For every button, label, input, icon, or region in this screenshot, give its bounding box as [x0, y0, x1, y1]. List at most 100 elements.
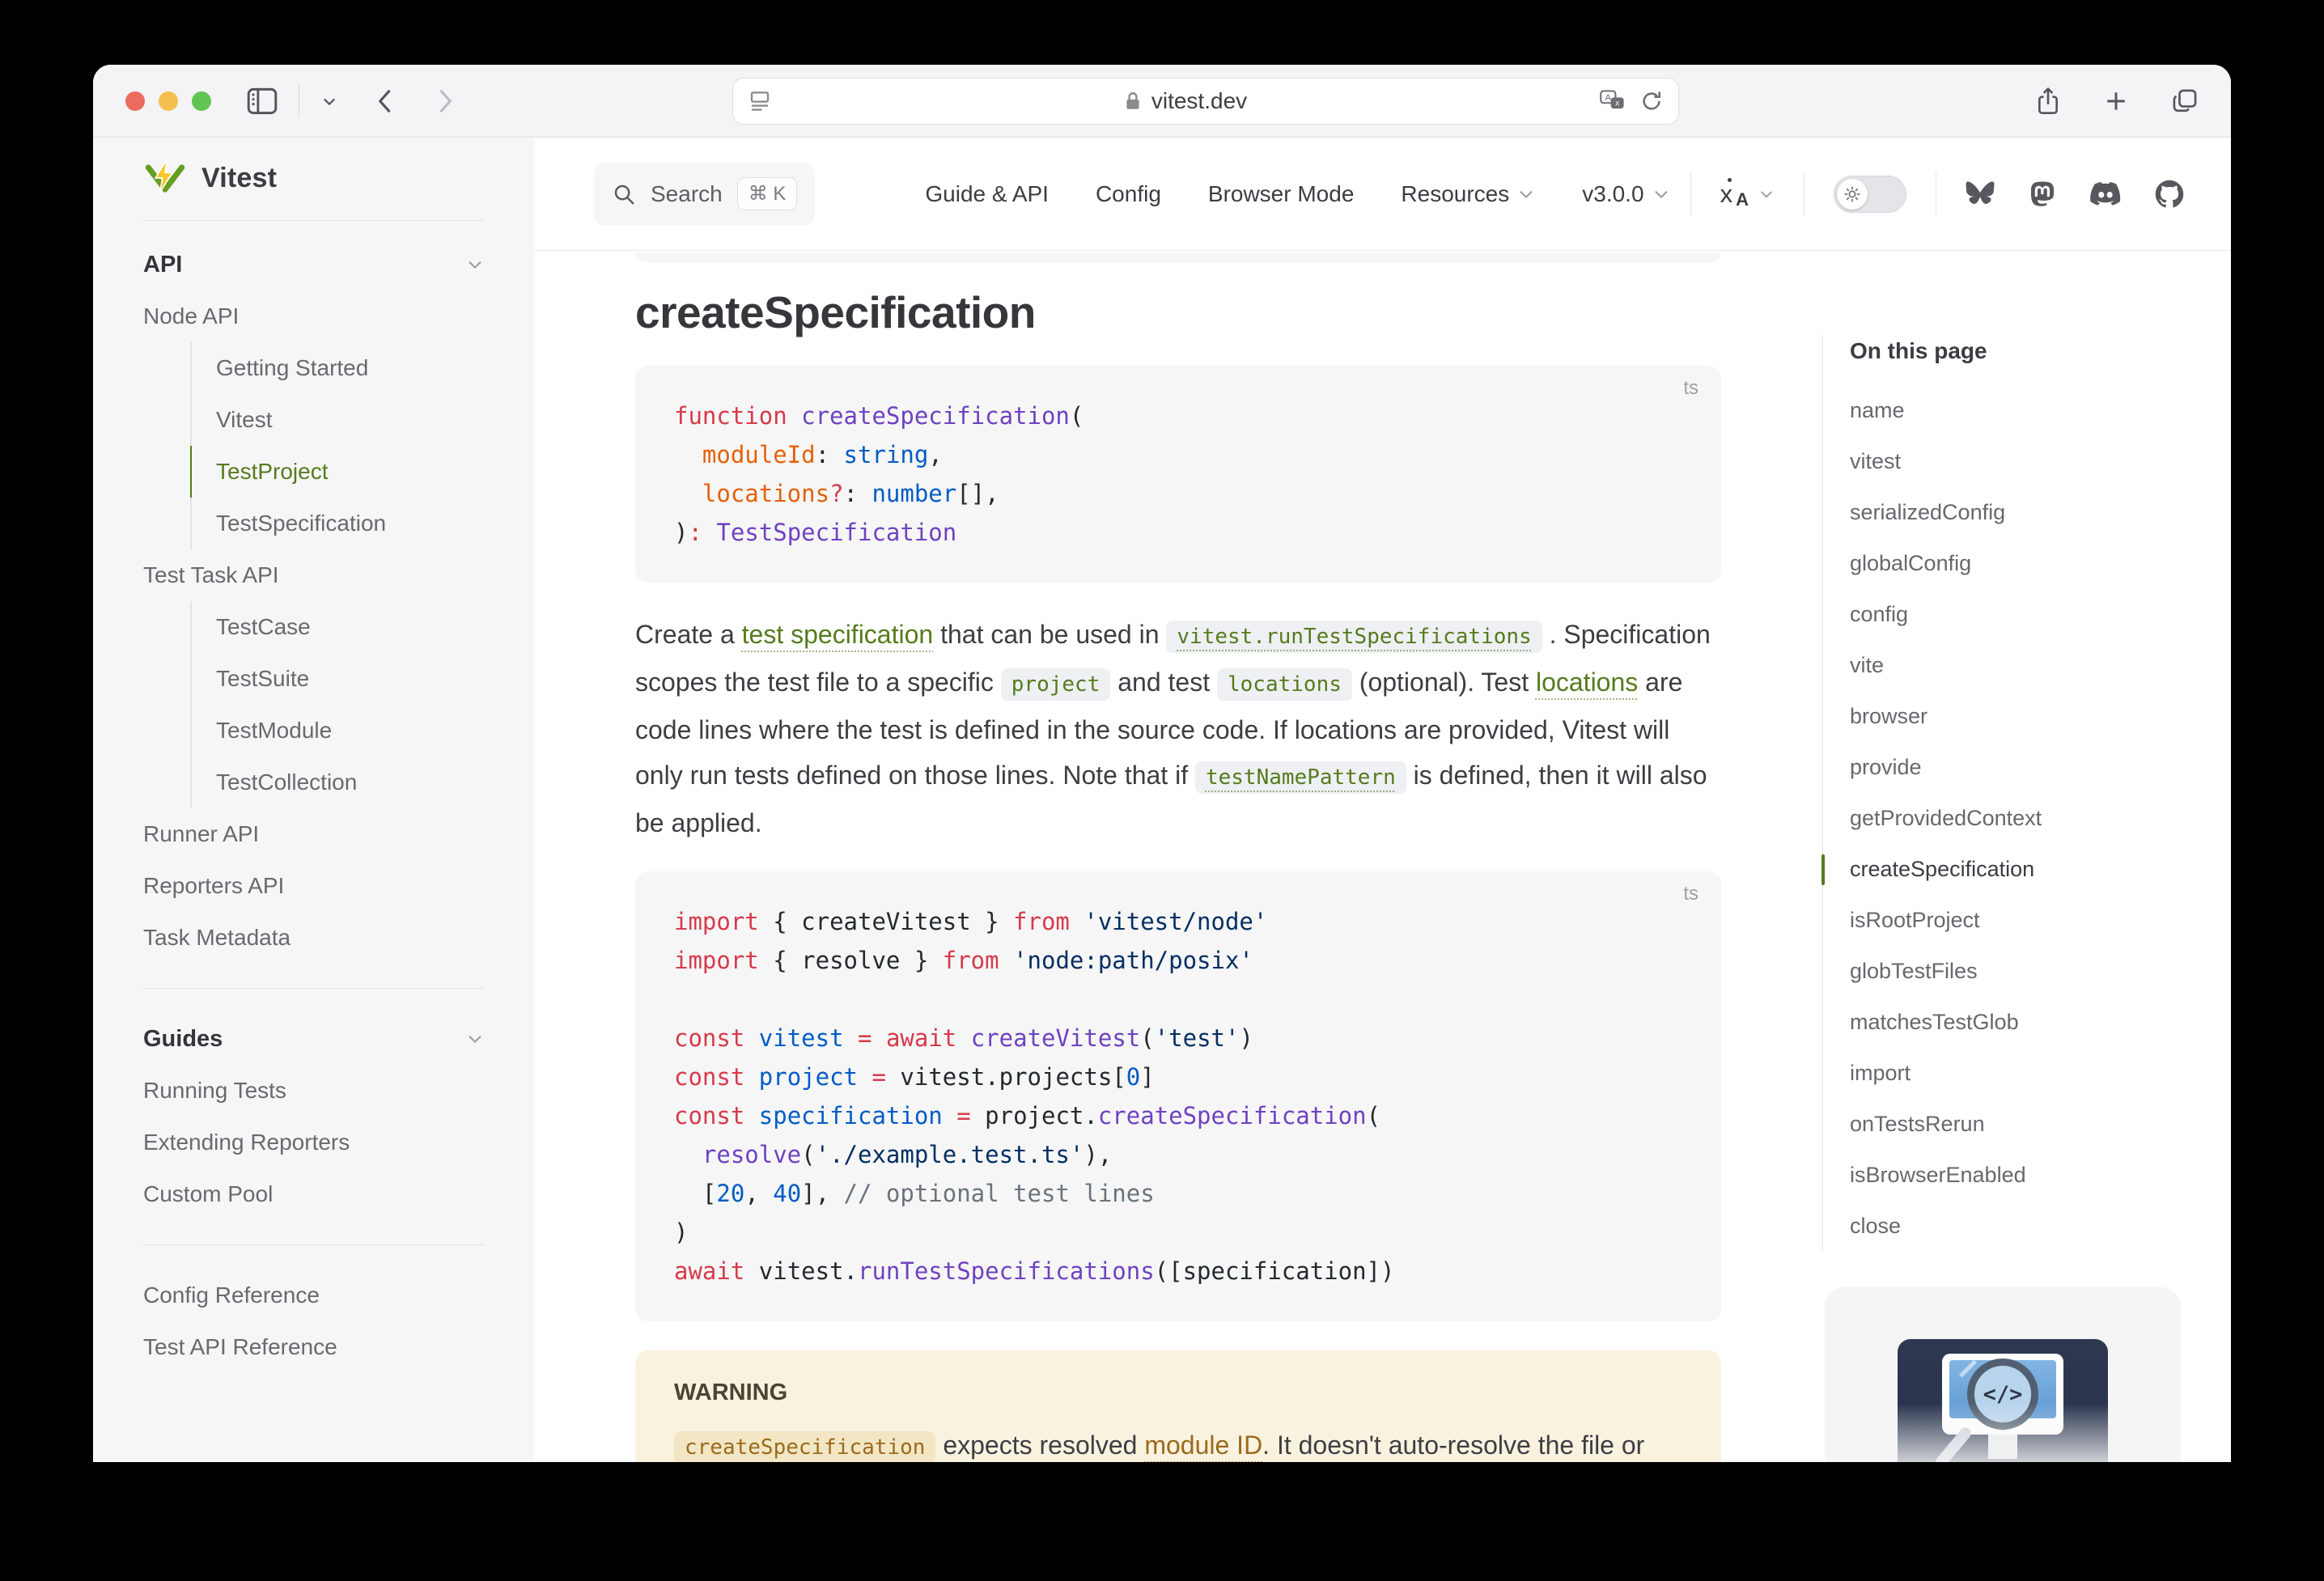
outline-item-isrootproject[interactable]: isRootProject: [1850, 895, 2231, 946]
previous-codeblock-remnant: [635, 252, 1721, 262]
nav-link-guide-api[interactable]: Guide & API: [925, 181, 1049, 207]
outline-item-name[interactable]: name: [1850, 385, 2231, 436]
sidebar-divider: [143, 988, 484, 989]
sidebar-item-reporters-api[interactable]: Reporters API: [143, 860, 484, 912]
sidebar-item-testproject[interactable]: TestProject: [190, 446, 484, 498]
outline-item-ontestsrerun[interactable]: onTestsRerun: [1850, 1099, 2231, 1150]
doc-link[interactable]: locations: [1536, 668, 1638, 697]
sidebar-item-task-metadata[interactable]: Task Metadata: [143, 912, 484, 964]
sidebar-item-testcollection[interactable]: TestCollection: [190, 757, 484, 808]
sidebar-item-vitest[interactable]: Vitest: [190, 394, 484, 446]
text-run: that can be used in: [933, 620, 1166, 649]
sidebar-item-testcase[interactable]: TestCase: [190, 601, 484, 653]
forward-button[interactable]: [432, 87, 456, 115]
doc-link[interactable]: module ID: [1144, 1431, 1262, 1460]
bluesky-link[interactable]: [1966, 181, 1995, 207]
inline-code-link[interactable]: testNamePattern: [1195, 761, 1406, 794]
code-lang-badge: ts: [1683, 377, 1698, 400]
sidebar-item-custom-pool[interactable]: Custom Pool: [143, 1168, 484, 1220]
outline-item-createspecification[interactable]: createSpecification: [1850, 844, 2231, 895]
language-menu-button[interactable]: xA: [1720, 180, 1775, 209]
sidebar-item-extending-reporters[interactable]: Extending Reporters: [143, 1117, 484, 1168]
nav-link-v3-0-0[interactable]: v3.0.0: [1582, 181, 1669, 207]
outline-item-close[interactable]: close: [1850, 1201, 2231, 1252]
address-bar[interactable]: vitest.dev Ax: [732, 78, 1679, 125]
sidebar-section-guides[interactable]: Guides: [143, 1013, 484, 1065]
sidebar-item-getting-started[interactable]: Getting Started: [190, 342, 484, 394]
social-links: [1966, 180, 2184, 209]
fullscreen-window-button[interactable]: [192, 91, 211, 111]
code-line: [20, 40], // optional test lines: [674, 1174, 1682, 1213]
toolbar-right: [2035, 86, 2199, 117]
back-button[interactable]: [374, 87, 398, 115]
magnifier-handle: [1933, 1426, 1973, 1462]
sidebar-menu-chevron[interactable]: [320, 92, 338, 110]
warning-body: createSpecification expects resolved mod…: [674, 1422, 1682, 1462]
outline-rail: On this page namevitestserializedConfigg…: [1822, 335, 2231, 1252]
share-icon: [2035, 86, 2061, 117]
search-button[interactable]: Search ⌘ K: [594, 163, 815, 226]
new-tab-button[interactable]: [2103, 88, 2129, 114]
svg-text:x: x: [1615, 100, 1619, 108]
translate-icon[interactable]: Ax: [1599, 89, 1626, 113]
inline-code: locations: [1217, 668, 1352, 701]
outline-item-vitest[interactable]: vitest: [1850, 436, 2231, 487]
sidebar-section-api[interactable]: API: [143, 239, 484, 290]
lock-icon: [1124, 91, 1142, 112]
outline-item-getprovidedcontext[interactable]: getProvidedContext: [1850, 793, 2231, 844]
sidebar-item-test-task-api[interactable]: Test Task API: [143, 549, 484, 601]
outline-item-config[interactable]: config: [1850, 589, 2231, 640]
page-title: createSpecification: [635, 286, 1721, 338]
tab-overview-button[interactable]: [2171, 87, 2199, 115]
nav-link-config[interactable]: Config: [1096, 181, 1161, 207]
outline-item-vite[interactable]: vite: [1850, 640, 2231, 691]
sidebar-section-label: Guides: [143, 1013, 223, 1065]
sidebar-item-config-reference[interactable]: Config Reference: [143, 1269, 484, 1321]
outline-title: On this page: [1850, 335, 2231, 367]
search-shortcut: ⌘ K: [737, 177, 798, 210]
sidebar-item-test-api-reference[interactable]: Test API Reference: [143, 1321, 484, 1373]
github-link[interactable]: [2155, 180, 2184, 209]
outline-item-import[interactable]: import: [1850, 1048, 2231, 1099]
nav-link-label: Resources: [1401, 181, 1509, 207]
reload-icon[interactable]: [1639, 89, 1664, 113]
sidebar-item-testsuite[interactable]: TestSuite: [190, 653, 484, 705]
sidebar-item-running-tests[interactable]: Running Tests: [143, 1065, 484, 1117]
sidebar-item-testmodule[interactable]: TestModule: [190, 705, 484, 757]
inline-code-link[interactable]: vitest.runTestSpecifications: [1166, 621, 1542, 653]
browser-chrome: vitest.dev Ax: [93, 65, 2231, 138]
discord-link[interactable]: [2090, 182, 2121, 206]
outline-item-browser[interactable]: browser: [1850, 691, 2231, 742]
sidebar-item-node-api[interactable]: Node API: [143, 290, 484, 342]
chevron-right-icon: [432, 87, 456, 115]
theme-toggle[interactable]: [1834, 176, 1906, 213]
screenshot-stage: vitest.dev Ax: [0, 0, 2324, 1581]
share-button[interactable]: [2035, 86, 2061, 117]
sidebar-item-testspecification[interactable]: TestSpecification: [190, 498, 484, 549]
outline-item-serializedconfig[interactable]: serializedConfig: [1850, 487, 2231, 538]
minimize-window-button[interactable]: [159, 91, 178, 111]
sidebar-item-runner-api[interactable]: Runner API: [143, 808, 484, 860]
close-window-button[interactable]: [125, 91, 145, 111]
brand[interactable]: Vitest: [143, 138, 484, 220]
nav-link-resources[interactable]: Resources: [1401, 181, 1535, 207]
outline-item-isbrowserenabled[interactable]: isBrowserEnabled: [1850, 1150, 2231, 1201]
mastodon-link[interactable]: [2029, 180, 2056, 209]
code-signature[interactable]: function createSpecification( moduleId: …: [674, 396, 1682, 552]
outline-item-globtestfiles[interactable]: globTestFiles: [1850, 946, 2231, 997]
sponsor-card[interactable]: </>: [1825, 1287, 2181, 1462]
code-line: const project = vitest.projects[0]: [674, 1058, 1682, 1096]
sidebar-toggle-button[interactable]: [247, 87, 278, 115]
code-line: ): [674, 1213, 1682, 1252]
sidebar: Vitest APINode APIGetting StartedVitestT…: [93, 138, 534, 1461]
chevron-down-icon: [1652, 185, 1670, 203]
code-example[interactable]: import { createVitest } from 'vitest/nod…: [674, 902, 1682, 1291]
outline-item-provide[interactable]: provide: [1850, 742, 2231, 793]
doc-link[interactable]: test specification: [742, 620, 934, 649]
nav-link-browser-mode[interactable]: Browser Mode: [1208, 181, 1355, 207]
language-icon-a: A: [1736, 189, 1749, 210]
chevron-down-icon: [466, 256, 484, 273]
reader-view-icon[interactable]: [748, 89, 772, 113]
outline-item-globalconfig[interactable]: globalConfig: [1850, 538, 2231, 589]
outline-item-matchestestglob[interactable]: matchesTestGlob: [1850, 997, 2231, 1048]
